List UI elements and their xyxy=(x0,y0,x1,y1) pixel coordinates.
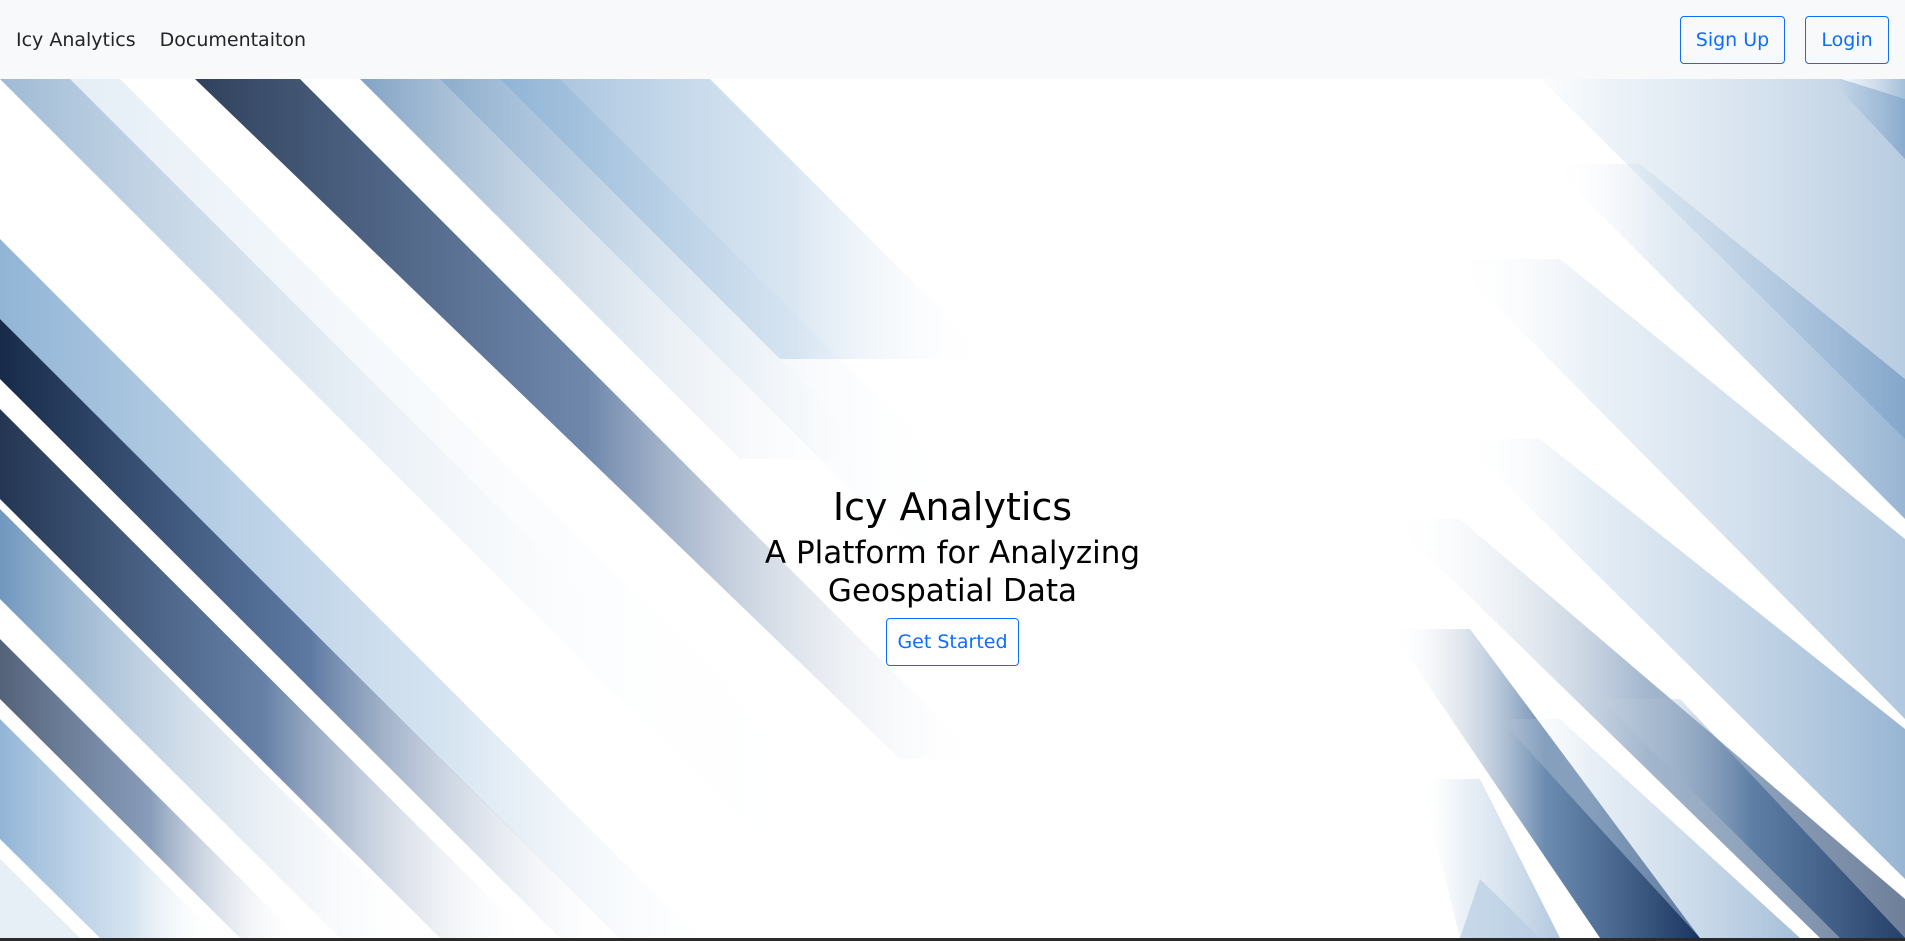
hero-subtitle: A Platform for Analyzing Geospatial Data xyxy=(764,535,1141,609)
brand-link[interactable]: Icy Analytics xyxy=(16,29,136,51)
nav-link-documentation[interactable]: Documentaiton xyxy=(160,29,306,51)
login-button[interactable]: Login xyxy=(1805,15,1889,64)
page: Icy Analytics Documentaiton Sign Up Logi… xyxy=(0,0,1905,941)
sign-up-button[interactable]: Sign Up xyxy=(1680,15,1785,64)
hero-title: Icy Analytics xyxy=(832,485,1073,529)
top-navbar: Icy Analytics Documentaiton Sign Up Logi… xyxy=(0,0,1905,79)
hero-content: Icy Analytics A Platform for Analyzing G… xyxy=(0,483,1905,666)
hero-section: Icy Analytics A Platform for Analyzing G… xyxy=(0,79,1905,938)
get-started-button[interactable]: Get Started xyxy=(886,618,1019,666)
nav-actions: Sign Up Login xyxy=(1680,15,1889,64)
